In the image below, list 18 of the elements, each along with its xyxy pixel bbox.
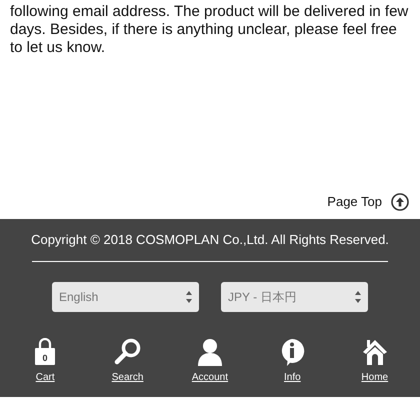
message-text: following email address. The product will be delivered in few days. Besides, if there is anything unclear, please feel free to let us know. (10, 3, 410, 57)
nav-link[interactable]: Home (361, 372, 388, 383)
home-icon (362, 338, 388, 366)
page-top-link[interactable]: Page Top (327, 192, 409, 210)
copyright-text: Copyright © 2018 COSMOPLAN Co.,Ltd. All Rights Reserved. (30, 231, 390, 248)
select-field[interactable]: English (52, 282, 199, 312)
arrow-up-icon (391, 192, 409, 210)
nav-link[interactable]: Search (112, 372, 144, 383)
stepper-icon (186, 291, 192, 303)
nav-link[interactable]: Account (192, 372, 228, 383)
nav-link[interactable]: Info (284, 372, 301, 383)
select-field[interactable]: JPY - 日本円 (221, 282, 368, 312)
cart-count: 0 (42, 353, 48, 363)
search-icon (114, 338, 142, 366)
nav-link[interactable]: Cart (36, 372, 55, 383)
person-icon (196, 338, 223, 366)
info-icon (279, 338, 306, 366)
stepper-icon (355, 291, 361, 303)
